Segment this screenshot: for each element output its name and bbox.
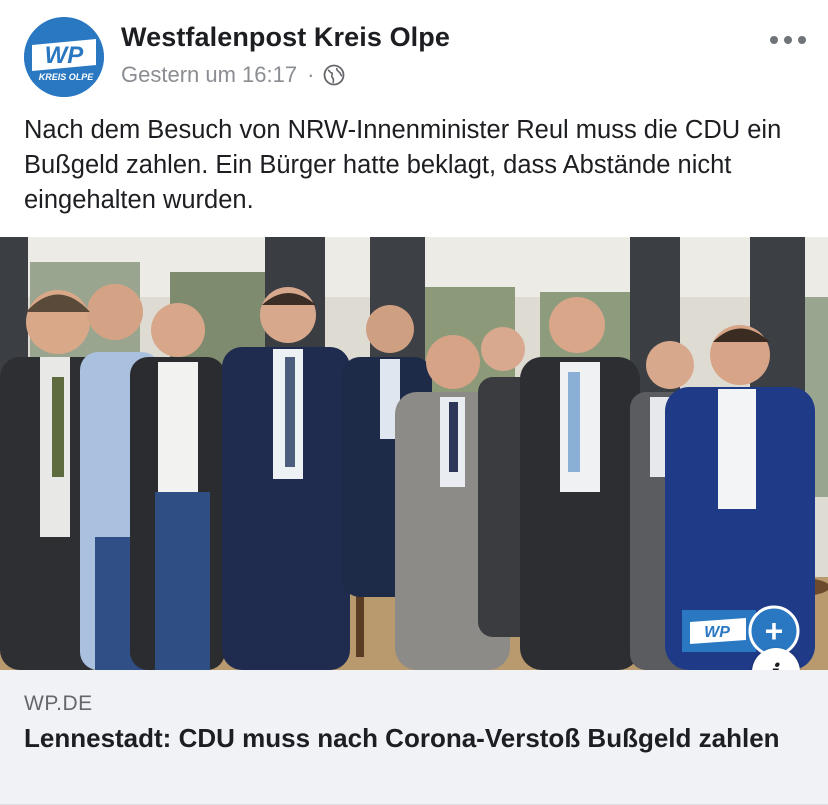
badge-logo-text: WP — [704, 624, 730, 641]
wp-logo-icon: WP KREIS OLPE — [24, 17, 104, 97]
page-name[interactable]: Westfalenpost Kreis Olpe — [121, 22, 450, 53]
more-dot — [798, 36, 806, 44]
page-avatar[interactable]: WP KREIS OLPE — [24, 17, 104, 97]
globe-icon — [324, 64, 345, 86]
more-dot — [784, 36, 792, 44]
more-options-icon[interactable] — [770, 30, 806, 50]
badge-plus-text: + — [765, 613, 784, 649]
facebook-post: WP KREIS OLPE Westfalenpost Kreis Olpe G… — [0, 0, 828, 805]
avatar-logo-text: WP — [45, 42, 85, 69]
meta-separator: · — [307, 62, 315, 87]
post-timestamp[interactable]: Gestern um 16:17 — [121, 62, 297, 88]
more-dot — [770, 36, 778, 44]
link-preview[interactable]: WP.DE Lennestadt: CDU muss nach Corona-V… — [0, 670, 828, 805]
avatar-logo-subtext: KREIS OLPE — [39, 72, 95, 82]
link-domain: WP.DE — [24, 692, 93, 715]
post-meta: Gestern um 16:17 · — [121, 62, 345, 88]
post-text: Nach dem Besuch von NRW-Innenminister Re… — [24, 116, 782, 214]
link-title[interactable]: Lennestadt: CDU muss nach Corona-Verstoß… — [24, 722, 794, 754]
